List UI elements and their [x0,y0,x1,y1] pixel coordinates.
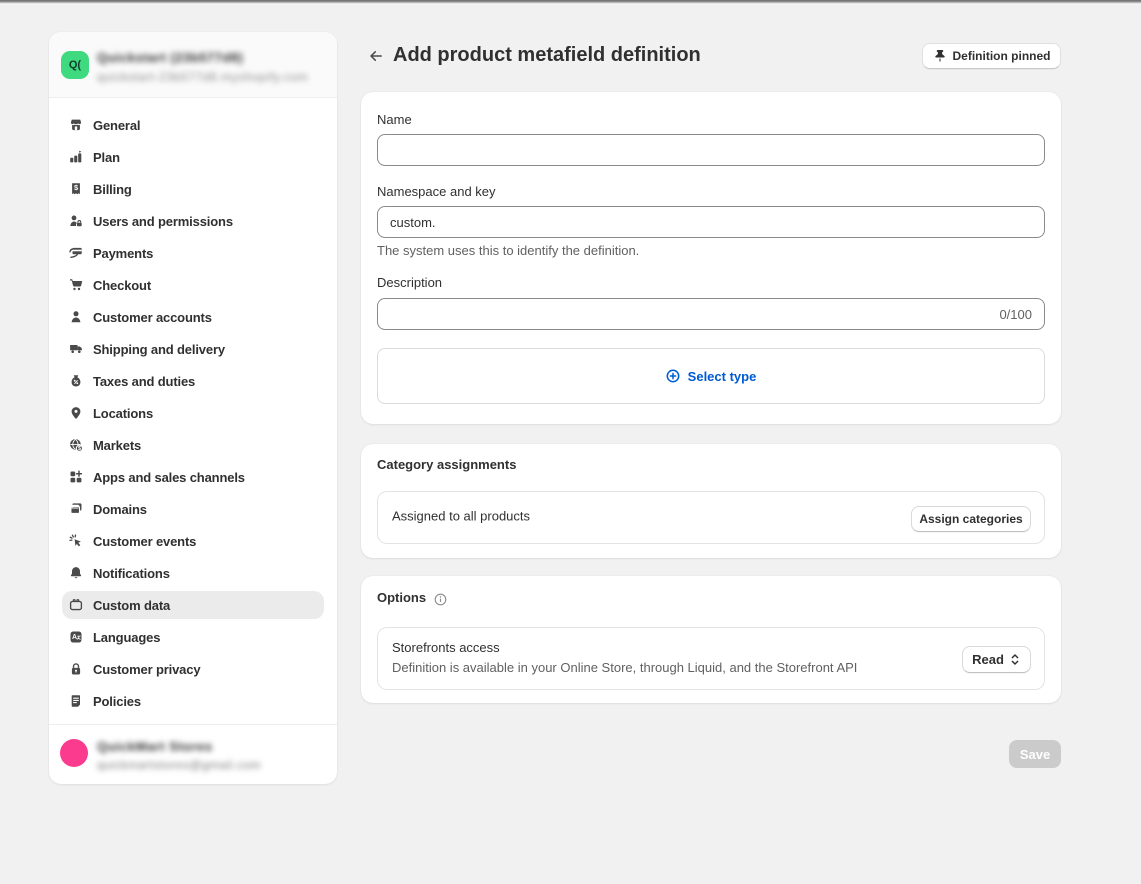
svg-text:$: $ [78,446,81,452]
svg-text:A: A [72,634,77,641]
